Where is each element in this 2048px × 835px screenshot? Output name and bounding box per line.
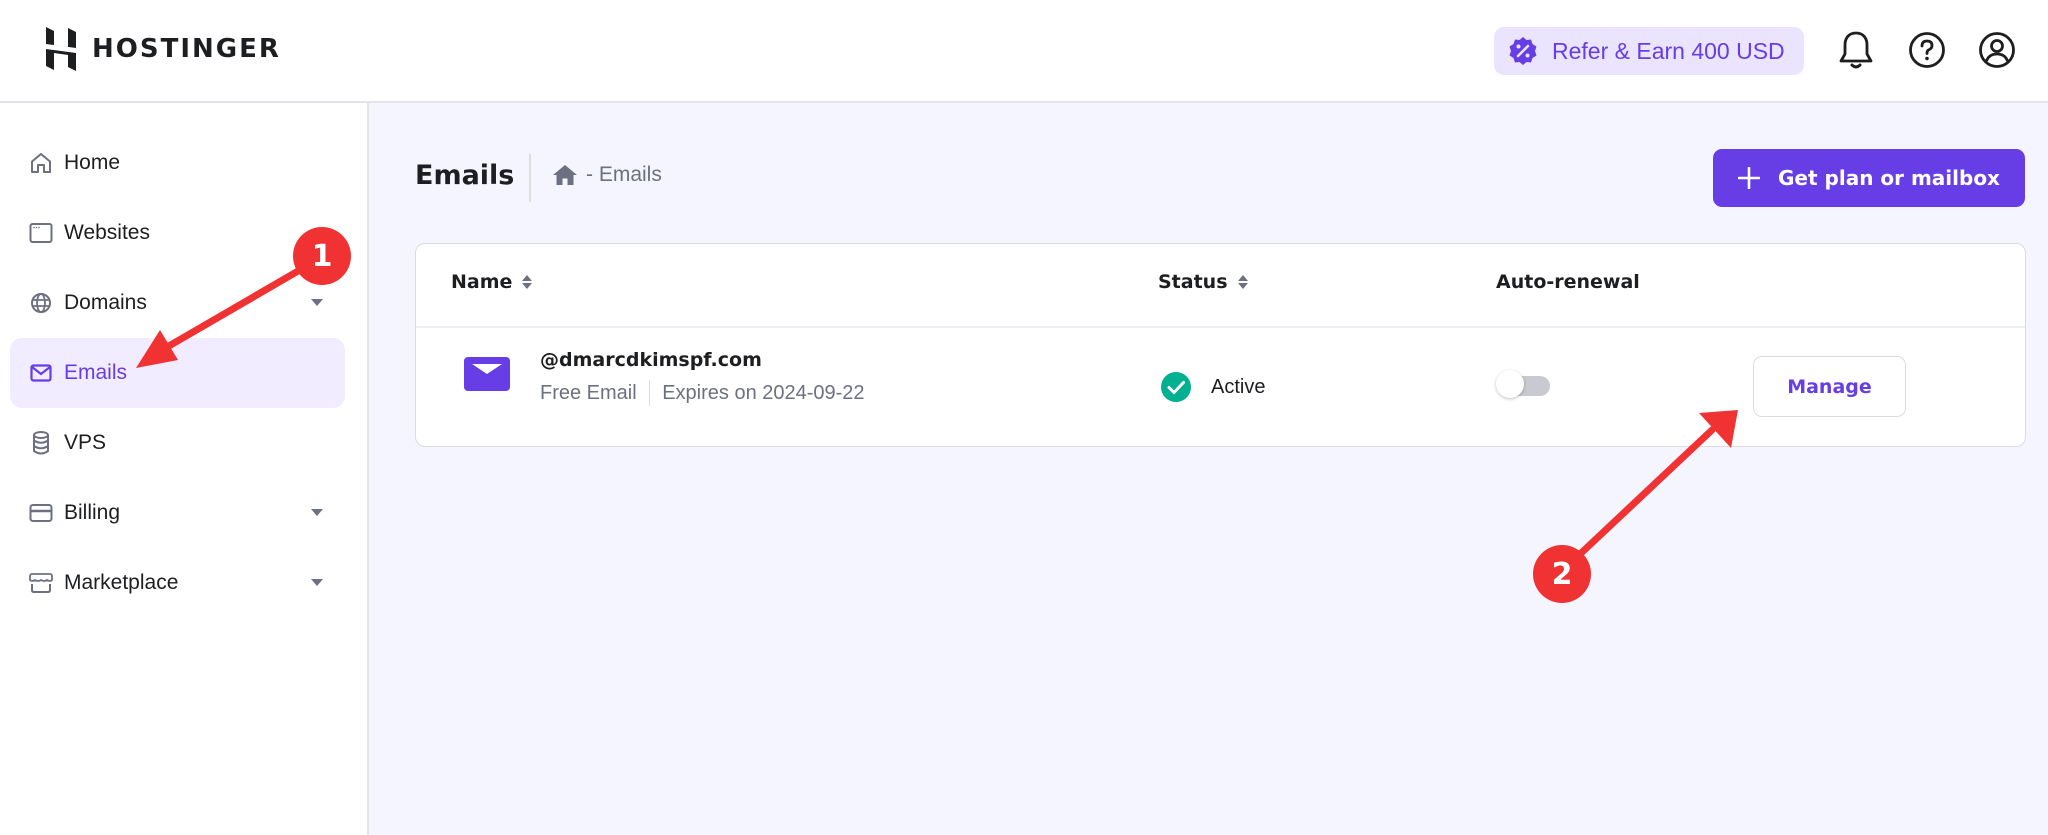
discount-badge-icon (1509, 37, 1537, 65)
sidebar-item-label: Home (64, 151, 121, 174)
toggle-knob (1496, 370, 1524, 398)
check-circle-icon (1161, 372, 1191, 402)
sidebar-item-label: Emails (64, 361, 128, 384)
get-plan-or-mailbox-button[interactable]: Get plan or mailbox (1713, 149, 2025, 207)
sidebar-item-emails[interactable]: Emails (10, 338, 345, 408)
notifications-button[interactable] (1836, 30, 1876, 70)
sort-icon[interactable] (522, 275, 533, 289)
top-header: HOSTINGER Refer & Earn 400 USD (0, 0, 2048, 103)
sidebar-item-label: Marketplace (64, 571, 179, 594)
browser-window-icon (28, 220, 54, 246)
column-header-label: Name (451, 271, 513, 293)
home-icon (28, 150, 54, 176)
annotation-badge-2: 2 (1533, 545, 1591, 603)
title-divider (529, 154, 531, 202)
chevron-down-icon[interactable] (311, 579, 323, 586)
column-header-auto-renewal: Auto-renewal (1496, 271, 1640, 293)
column-header-label: Status (1158, 271, 1228, 293)
manage-label: Manage (1787, 375, 1872, 398)
help-button[interactable] (1907, 30, 1947, 70)
sidebar-item-label: Websites (64, 221, 150, 244)
refer-earn-label: Refer & Earn 400 USD (1552, 37, 1785, 64)
help-icon (1909, 32, 1945, 68)
plus-icon (1738, 167, 1761, 189)
sidebar-item-domains[interactable]: Domains (10, 268, 345, 338)
breadcrumb: - Emails (552, 163, 662, 187)
envelope-icon (28, 360, 54, 386)
account-icon (1979, 32, 2015, 68)
notification-bell-icon (1839, 31, 1873, 69)
refer-earn-button[interactable]: Refer & Earn 400 USD (1494, 27, 1804, 75)
get-plan-or-mailbox-label: Get plan or mailbox (1778, 166, 2000, 190)
chevron-down-icon[interactable] (311, 509, 323, 516)
chevron-down-icon[interactable] (311, 299, 323, 306)
sidebar-item-label: Domains (64, 291, 147, 314)
sidebar-item-home[interactable]: Home (10, 128, 345, 198)
database-icon (28, 430, 54, 456)
sort-icon[interactable] (1237, 275, 1248, 289)
mail-filled-icon (464, 357, 510, 391)
column-header-name[interactable]: Name (451, 271, 533, 293)
page-title: Emails (415, 160, 515, 191)
status-label: Active (1211, 375, 1266, 398)
sidebar: Home Websites Domains Emails VPS Billing (0, 103, 369, 835)
column-header-status[interactable]: Status (1158, 271, 1248, 293)
credit-card-icon (28, 500, 54, 526)
column-header-label: Auto-renewal (1496, 271, 1640, 293)
sidebar-item-billing[interactable]: Billing (10, 478, 345, 548)
home-icon[interactable] (552, 163, 578, 187)
sidebar-item-vps[interactable]: VPS (10, 408, 345, 478)
brand-name: HOSTINGER (92, 34, 281, 64)
hostinger-logo-icon (46, 27, 76, 71)
status-badge: Active (1161, 372, 1265, 402)
table-row: @dmarcdkimspf.com Free Email Expires on … (416, 328, 2025, 446)
annotation-badge-1: 1 (293, 227, 351, 285)
email-domain[interactable]: @dmarcdkimspf.com (540, 349, 762, 371)
sidebar-item-label: VPS (64, 431, 107, 454)
expiry-date: Expires on 2024-09-22 (662, 381, 865, 404)
plan-name: Free Email (540, 381, 637, 404)
sidebar-item-marketplace[interactable]: Marketplace (10, 548, 345, 618)
breadcrumb-current: - Emails (586, 163, 662, 186)
separator (648, 380, 651, 406)
sidebar-item-label: Billing (64, 501, 121, 524)
store-icon (28, 570, 54, 596)
emails-table: Name Status Auto-renewal @dmarcdkimspf.c… (415, 243, 2026, 447)
hostinger-logo[interactable]: HOSTINGER (46, 27, 281, 71)
account-button[interactable] (1977, 30, 2017, 70)
globe-icon (28, 290, 54, 316)
auto-renewal-toggle[interactable] (1496, 370, 1550, 398)
manage-button[interactable]: Manage (1753, 356, 1906, 417)
email-plan-details: Free Email Expires on 2024-09-22 (540, 380, 865, 406)
